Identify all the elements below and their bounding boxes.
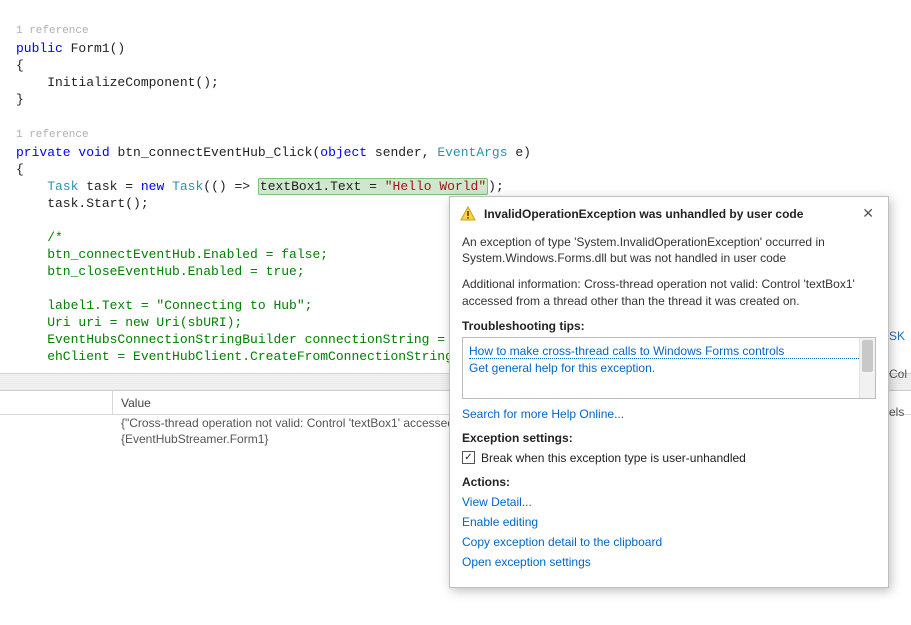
cell-value: {EventHubStreamer.Form1} (113, 431, 276, 447)
code-text: (() => (203, 179, 258, 194)
exception-additional-info: Additional information: Cross-thread ope… (462, 276, 876, 308)
checkbox-label: Break when this exception type is user-u… (481, 451, 746, 465)
right-margin-labels: SK Col els (889, 329, 907, 419)
right-label: SK (889, 329, 907, 343)
scrollbar[interactable] (859, 338, 875, 398)
close-icon[interactable]: ✕ (858, 205, 878, 222)
action-copy-detail[interactable]: Copy exception detail to the clipboard (462, 535, 876, 549)
code-text: btn_connectEventHub_Click( (110, 145, 321, 160)
action-view-detail[interactable]: View Detail... (462, 495, 876, 509)
grid-header-spacer (0, 391, 113, 414)
exception-message: An exception of type 'System.InvalidOper… (462, 234, 876, 266)
search-help-online-link[interactable]: Search for more Help Online... (462, 407, 624, 421)
type-name: EventArgs (437, 145, 507, 160)
tip-link-cross-thread[interactable]: How to make cross-thread calls to Window… (469, 344, 869, 359)
right-label: Col (889, 367, 907, 381)
column-header-value[interactable]: Value (113, 392, 159, 414)
code-text: { (16, 162, 24, 177)
popup-titlebar: InvalidOperationException was unhandled … (450, 197, 888, 228)
right-label: els (889, 405, 907, 419)
comment: EventHubsConnectionStringBuilder connect… (16, 332, 500, 347)
comment: btn_connectEventHub.Enabled = false; (16, 247, 328, 262)
exception-settings-title: Exception settings: (462, 431, 876, 445)
exception-highlight: textBox1.Text = "Hello World" (258, 178, 488, 195)
troubleshooting-tips-list: How to make cross-thread calls to Window… (462, 337, 876, 399)
type-name: Task (47, 179, 78, 194)
code-text: task.Start(); (16, 196, 149, 211)
code-text: sender, (367, 145, 437, 160)
code-text: task = (78, 179, 140, 194)
exception-assistant-popup: InvalidOperationException was unhandled … (449, 196, 889, 588)
action-open-settings[interactable]: Open exception settings (462, 555, 876, 569)
code-text: e) (508, 145, 531, 160)
keyword: public (16, 41, 63, 56)
scrollbar-thumb[interactable] (862, 340, 873, 372)
codelens-reference[interactable]: 1 reference (16, 25, 89, 37)
action-enable-editing[interactable]: Enable editing (462, 515, 876, 529)
cell-value: {"Cross-thread operation not valid: Cont… (113, 415, 462, 431)
code-text: InitializeComponent(); (16, 75, 219, 90)
code-text: Form1() (63, 41, 125, 56)
comment: label1.Text = "Connecting to Hub"; (16, 298, 312, 313)
comment: btn_closeEventHub.Enabled = true; (16, 264, 305, 279)
code-text: textBox1.Text = (260, 179, 385, 194)
troubleshooting-title: Troubleshooting tips: (462, 319, 876, 333)
code-text (16, 179, 47, 194)
break-on-user-unhandled-row[interactable]: ✓ Break when this exception type is user… (462, 451, 876, 465)
checkbox-checked-icon[interactable]: ✓ (462, 451, 475, 464)
code-text: ); (488, 179, 504, 194)
tip-link-general-help[interactable]: Get general help for this exception. (469, 361, 869, 375)
keyword: new (141, 179, 164, 194)
keyword: private (16, 145, 71, 160)
code-text: { (16, 58, 24, 73)
string-literal: "Hello World" (385, 179, 486, 194)
comment: Uri uri = new Uri(sbURI); (16, 315, 242, 330)
comment: ehClient = EventHubClient.CreateFromConn… (16, 349, 492, 364)
keyword: object (320, 145, 367, 160)
comment: /* (16, 230, 63, 245)
keyword: void (78, 145, 109, 160)
codelens-reference[interactable]: 1 reference (16, 129, 89, 141)
warning-icon (460, 206, 476, 222)
code-text: } (16, 92, 24, 107)
actions-title: Actions: (462, 475, 876, 489)
code-text (164, 179, 172, 194)
type-name: Task (172, 179, 203, 194)
popup-title: InvalidOperationException was unhandled … (484, 207, 850, 221)
